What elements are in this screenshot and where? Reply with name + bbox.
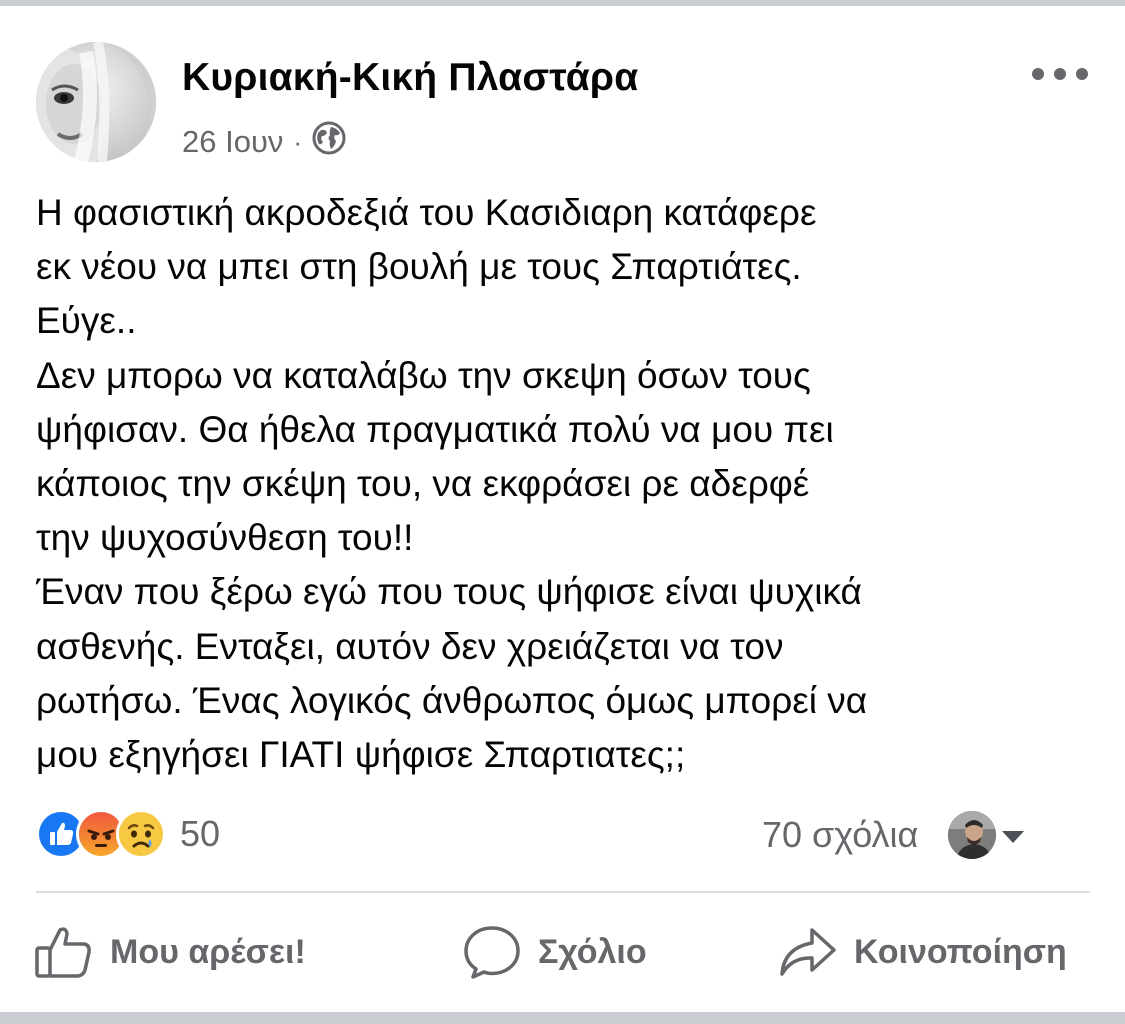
post-text-line: Έναν που ξέρω εγώ που τους ψήφισε είναι … (36, 571, 862, 613)
sad-reaction-icon (116, 809, 166, 859)
reaction-count: 50 (180, 813, 221, 854)
bottom-edge (0, 1012, 1125, 1024)
comment-bubble-icon (462, 924, 522, 980)
comment-button[interactable]: Σχόλιο (462, 922, 647, 982)
comment-button-label: Σχόλιο (538, 932, 647, 971)
thumbs-up-icon (34, 924, 94, 980)
meta-separator: · (293, 126, 303, 157)
post-date[interactable]: 26 Ιουν (182, 124, 283, 160)
like-button-label: Μου αρέσει! (110, 932, 306, 971)
comment-count[interactable]: 70 σχόλια (762, 814, 918, 856)
post-text-line: ασθενής. Ενταξει, αυτόν δεν χρειάζεται ν… (36, 625, 784, 667)
post-text-line: Εύγε.. (36, 300, 137, 342)
reactions-summary[interactable]: 50 (36, 808, 220, 860)
share-button-label: Κοινοποίηση (854, 932, 1067, 971)
author-avatar[interactable] (36, 42, 156, 162)
like-button[interactable]: Μου αρέσει! (34, 922, 306, 982)
post-text-line: εκ νέου να μπει στη βουλή με τους Σπαρτι… (36, 246, 802, 288)
post-text-line: ρωτήσω. Ένας λογικός άνθρωπος όμως μπορε… (36, 679, 868, 721)
share-arrow-icon (778, 924, 838, 980)
post-text: Η φασιστική ακροδεξιά του Κασιδιαρη κατά… (36, 186, 1106, 782)
globe-icon[interactable] (312, 121, 346, 163)
author-name[interactable]: Κυριακή-Κική Πλαστάρα (182, 56, 638, 100)
more-options-icon[interactable] (1032, 62, 1088, 86)
post-text-line: Η φασιστική ακροδεξιά του Κασιδιαρη κατά… (36, 192, 817, 233)
post-meta: 26 Ιουν · (182, 121, 346, 163)
commenter-avatar (948, 811, 997, 859)
share-button[interactable]: Κοινοποίηση (778, 922, 1067, 982)
divider (36, 891, 1090, 893)
post-text-line: κάποιος την σκέψη του, να εκφράσει ρε αδ… (36, 463, 810, 505)
post-text-line: Δεν μπορω να καταλάβω την σκεψη όσων του… (36, 354, 811, 396)
post-text-line: την ψυχοσύνθεση του!! (36, 517, 414, 559)
post-text-line: μου εξηγήσει ΓΙΑΤΙ ψήφισε Σπαρτιατες;; (36, 734, 686, 776)
top-edge (0, 0, 1125, 6)
comments-summary[interactable]: 70 σχόλια (762, 810, 1025, 860)
post-text-line: ψήφισαν. Θα ήθελα πραγματικά πολύ να μου… (36, 408, 834, 450)
chevron-down-icon[interactable] (1002, 831, 1025, 843)
